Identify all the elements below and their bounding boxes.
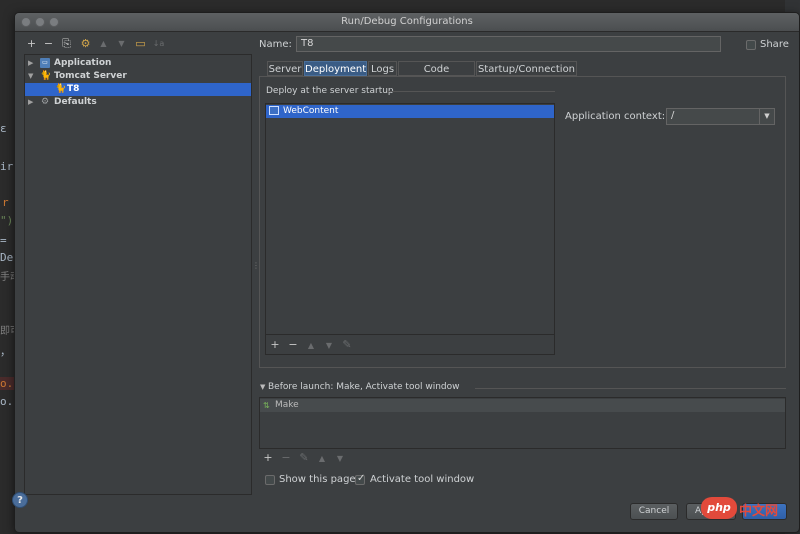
sort-icon[interactable]: ↓a [152, 38, 165, 50]
editor-fragment: ε [0, 122, 7, 135]
tab-code-coverage[interactable]: Code Coverage [398, 61, 475, 90]
editor-fragment: ") [0, 214, 14, 227]
tree-item-label: Defaults [54, 97, 97, 107]
activate-tool-window-checkbox[interactable] [355, 473, 365, 485]
expand-arrow-icon[interactable]: ▶ [28, 96, 33, 109]
configuration-tree[interactable]: ▶ ▭ Application ▼ 🐈 Tomcat Server 🐈 T8 ▶… [24, 54, 252, 495]
name-field[interactable]: T8 [296, 36, 721, 52]
titlebar: Run/Debug Configurations [15, 13, 799, 32]
group-divider [387, 91, 555, 92]
move-down-icon[interactable]: ▼ [115, 38, 128, 50]
help-button[interactable]: ? [12, 492, 28, 508]
add-icon[interactable]: + [25, 38, 38, 50]
tab-startup-connection[interactable]: Startup/Connection [476, 61, 577, 76]
editor-fragment: ir [0, 160, 14, 173]
edit-icon[interactable]: ✎ [341, 339, 353, 351]
cancel-button[interactable]: Cancel [630, 503, 678, 520]
editor-fragment: = [0, 234, 7, 247]
artifact-label: WebContent [283, 106, 339, 116]
folder-icon[interactable]: ▭ [134, 38, 147, 50]
editor-fragment: r [2, 196, 9, 209]
tomcat-icon: 🐈 [55, 84, 67, 94]
make-icon: ⇅ [263, 401, 270, 410]
before-launch-row-make[interactable]: ⇅ Make [260, 399, 785, 412]
tree-item-label: Tomcat Server [54, 71, 127, 81]
editor-fragment: ， [0, 345, 11, 358]
chevron-down-icon[interactable]: ▼ [759, 109, 774, 124]
list-divider [266, 334, 554, 335]
window-title: Run/Debug Configurations [341, 16, 473, 27]
before-launch-list[interactable]: ⇅ Make [259, 397, 786, 449]
app-context-combo[interactable]: / ▼ [666, 108, 775, 125]
move-down-icon[interactable]: ▼ [323, 340, 335, 352]
add-artifact-icon[interactable]: + [269, 339, 281, 351]
show-page-checkbox[interactable] [265, 475, 275, 485]
artifact-list[interactable]: WebContent [265, 103, 555, 355]
deploy-group-title: Deploy at the server startup [266, 86, 394, 96]
remove-icon[interactable]: − [42, 38, 55, 50]
move-up-icon[interactable]: ▲ [305, 340, 317, 352]
tree-item-t8[interactable]: 🐈 T8 [25, 83, 251, 96]
watermark-logo: php 中文网 [701, 497, 799, 521]
defaults-icon: ⚙ [40, 97, 50, 107]
tree-item-application[interactable]: ▶ ▭ Application [25, 57, 251, 70]
editor-fragment: De [0, 251, 14, 264]
edit-task-icon[interactable]: ✎ [298, 452, 310, 464]
add-task-icon[interactable]: + [262, 452, 274, 464]
php-logo: php [701, 497, 737, 519]
settings-icon[interactable]: ⚙ [79, 38, 92, 50]
copy-icon[interactable]: ⎘ [60, 38, 73, 50]
app-context-label: Application context: [565, 111, 666, 122]
move-up-icon[interactable]: ▲ [97, 38, 110, 50]
name-label: Name: [259, 39, 292, 50]
tree-item-tomcat-server[interactable]: ▼ 🐈 Tomcat Server [25, 70, 251, 83]
share-label: Share [760, 39, 789, 50]
tab-deployment[interactable]: Deployment [304, 61, 367, 76]
before-launch-title: Before launch: Make, Activate tool windo… [268, 382, 460, 392]
collapse-before-launch-icon[interactable]: ▼ [260, 383, 265, 391]
app-context-value: / [671, 110, 675, 121]
watermark-text: 中文网 [739, 504, 779, 519]
tomcat-icon: 🐈 [40, 71, 52, 81]
group-divider [475, 388, 786, 389]
before-launch-label: Make [275, 400, 299, 410]
application-icon: ▭ [40, 58, 50, 68]
show-page-label: Show this page [279, 474, 356, 485]
activate-tool-window-label: Activate tool window [370, 474, 475, 485]
tree-item-label: T8 [67, 84, 80, 94]
expand-arrow-icon[interactable]: ▶ [28, 57, 33, 70]
folder-icon [269, 106, 279, 115]
move-down-icon[interactable]: ▼ [334, 453, 346, 465]
share-checkbox[interactable] [746, 40, 756, 50]
tree-item-label: Application [54, 58, 112, 68]
move-up-icon[interactable]: ▲ [316, 453, 328, 465]
artifact-row-webcontent[interactable]: WebContent [266, 105, 554, 118]
collapse-arrow-icon[interactable]: ▼ [28, 70, 33, 83]
run-debug-configurations-dialog: Run/Debug Configurations + − ⎘ ⚙ ▲ ▼ ▭ ↓… [14, 12, 800, 533]
tab-logs[interactable]: Logs [368, 61, 397, 76]
remove-task-icon[interactable]: − [280, 452, 292, 464]
tab-server[interactable]: Server [267, 61, 303, 76]
tree-item-defaults[interactable]: ▶ ⚙ Defaults [25, 96, 251, 109]
remove-artifact-icon[interactable]: − [287, 339, 299, 351]
